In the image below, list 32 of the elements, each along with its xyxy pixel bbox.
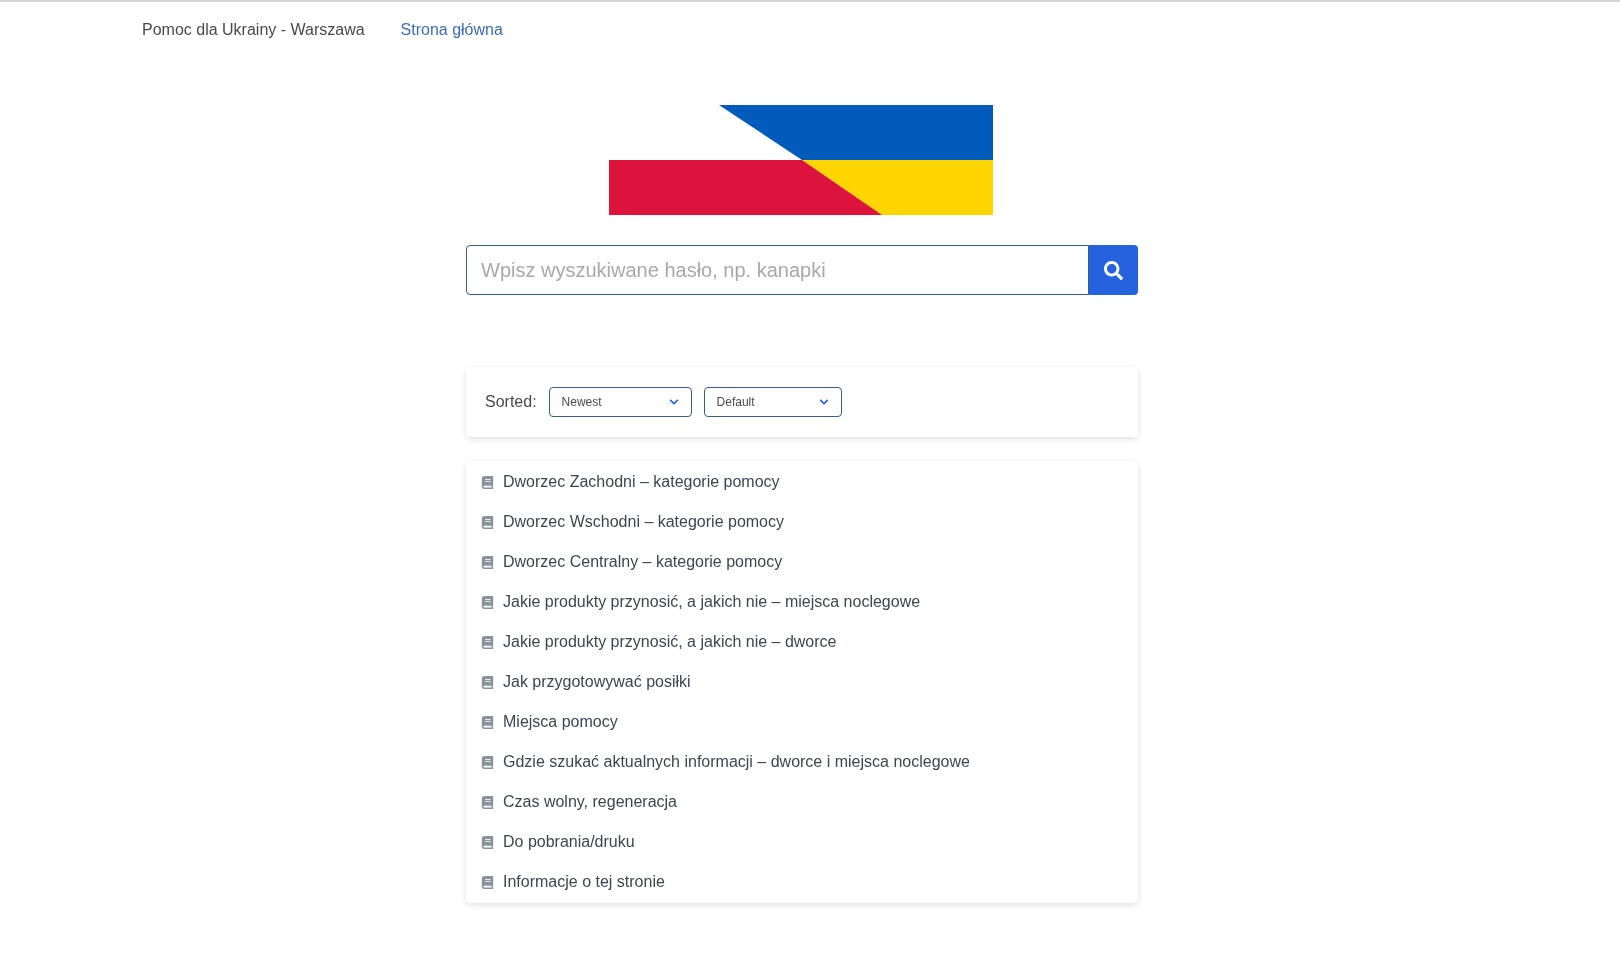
search-icon [1104, 260, 1123, 280]
sort-select[interactable]: Default [703, 387, 842, 417]
article-link[interactable]: Dworzec Centralny – kategorie pomocy [503, 550, 783, 574]
book-icon [481, 715, 494, 729]
nav-link[interactable]: Strona główna [400, 18, 503, 42]
search-field[interactable]: Wpisz wyszukiwane hasło, np. kanapki [466, 245, 1089, 295]
article-link[interactable]: Jak przygotowywać posiłki [503, 670, 691, 694]
article-link[interactable]: Czas wolny, regeneracja [503, 790, 677, 814]
book-icon [481, 555, 494, 569]
chevron-icon [668, 397, 679, 407]
search-button[interactable] [1089, 245, 1138, 295]
book-icon [481, 515, 494, 529]
book-icon [481, 675, 494, 689]
article-link[interactable]: Miejsca pomocy [503, 710, 618, 734]
article-link[interactable]: Dworzec Zachodni – kategorie pomocy [503, 470, 780, 494]
book-icon [481, 475, 494, 489]
book-icon [481, 635, 494, 649]
chevron-icon [818, 397, 829, 407]
article-link[interactable]: Informacje o tej stronie [503, 870, 665, 894]
article-link[interactable]: Do pobrania/druku [503, 830, 635, 854]
sort-label: Sorted: [485, 392, 537, 412]
book-icon [481, 835, 494, 849]
site-title[interactable]: Pomoc dla Ukrainy - Warszawa [142, 18, 365, 42]
book-icon [481, 795, 494, 809]
article-link[interactable]: Gdzie szukać aktualnych informacji – dworce i miejsca noclegowe [503, 750, 970, 774]
sort-select[interactable]: Newest [548, 387, 692, 417]
book-icon [481, 875, 494, 889]
article-link[interactable]: Jakie produkty przynosić, a jakich nie – miejsca noclegowe [503, 590, 921, 614]
book-icon [481, 755, 494, 769]
article-link[interactable]: Jakie produkty przynosić, a jakich nie – dworce [503, 630, 837, 654]
article-link[interactable]: Dworzec Wschodni – kategorie pomocy [503, 510, 784, 534]
book-icon [481, 595, 494, 609]
